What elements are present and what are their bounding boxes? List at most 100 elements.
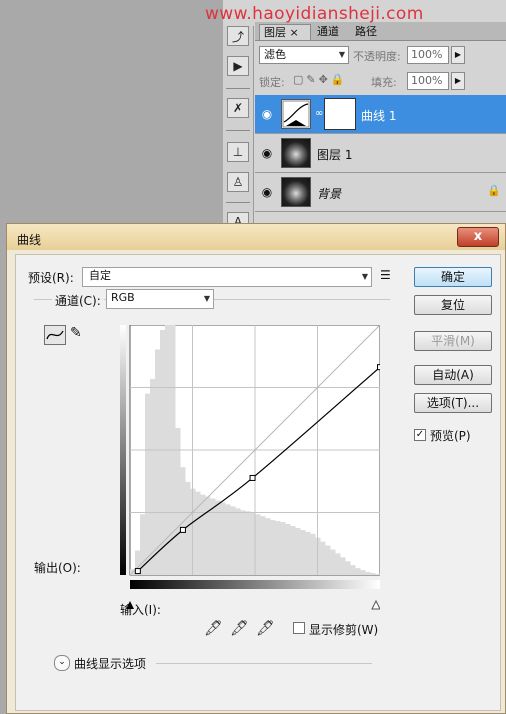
histogram-bar: [295, 527, 301, 575]
histogram-bar: [305, 531, 311, 575]
preview-checkbox[interactable]: ✓: [414, 429, 426, 441]
gray-eyedropper-icon[interactable]: 🖋: [230, 619, 249, 637]
expand-chevron-icon[interactable]: ⌄: [54, 655, 70, 671]
histogram-bar: [370, 573, 376, 575]
preview-label: 预览(P): [430, 429, 471, 443]
histogram-bar: [240, 510, 246, 575]
dialog-title: 曲线: [17, 233, 42, 247]
layer-row-curves[interactable]: ◉ ∞ 曲线 1: [255, 95, 506, 134]
chevron-down-icon: ▼: [338, 50, 345, 59]
dialog-body: 预设(R): 自定 ▼ ☰ 确定 复位 平滑(M) 自动(A) 选项(T)...…: [15, 254, 501, 711]
visibility-eye-icon[interactable]: ◉: [259, 146, 275, 160]
histogram-bar: [180, 467, 186, 575]
histogram-bar: [275, 521, 281, 575]
preset-options-icon[interactable]: ☰: [380, 268, 391, 282]
tab-layers-label: 图层: [264, 26, 286, 39]
link-chain-icon: ∞: [315, 108, 324, 119]
blend-mode-select[interactable]: 滤色 ▼: [259, 46, 349, 64]
reset-button[interactable]: 复位: [414, 295, 492, 315]
stamp-icon[interactable]: ♙: [227, 172, 249, 192]
histogram-bar: [235, 508, 241, 575]
curve-control-point[interactable]: [377, 364, 381, 371]
ok-button[interactable]: 确定: [414, 267, 492, 287]
blend-row: 滤色 ▼ 不透明度: 100% ▶: [255, 44, 506, 66]
histogram-bar: [345, 561, 351, 575]
history-icon[interactable]: ⤴: [227, 26, 249, 46]
histogram-bar: [225, 504, 231, 575]
histogram-bar: [220, 502, 226, 575]
histogram-bar: [155, 349, 161, 575]
layer-thumbnail: [281, 177, 311, 207]
black-point-slider-icon[interactable]: [126, 601, 134, 609]
curve-edit-tool-icon[interactable]: [44, 325, 66, 345]
show-clipping-label: 显示修剪(W): [309, 623, 379, 637]
histogram-bar: [260, 516, 266, 575]
tab-layers[interactable]: 图层 ×: [259, 24, 311, 40]
panel-tabs: 图层 × 通道 路径: [255, 22, 506, 41]
layer-mask-thumbnail[interactable]: [324, 98, 356, 130]
curve-control-point[interactable]: [179, 526, 186, 533]
histogram-bar: [330, 549, 336, 575]
histogram-bar: [230, 506, 236, 575]
opacity-arrow-icon[interactable]: ▶: [451, 46, 465, 64]
curve-control-point[interactable]: [134, 568, 141, 575]
histogram-bar: [335, 553, 341, 575]
curve-options-label: 曲线显示选项: [74, 657, 147, 671]
actions-play-icon[interactable]: ▶: [227, 56, 249, 76]
histogram-bar: [375, 574, 380, 575]
curve-control-point[interactable]: [249, 474, 256, 481]
output-label: 输出(O):: [34, 561, 81, 575]
close-button[interactable]: x: [457, 227, 499, 247]
histogram-bar: [150, 378, 156, 575]
histogram-bar: [360, 570, 366, 575]
histogram-bar: [195, 491, 201, 575]
histogram-bar: [310, 533, 316, 575]
smooth-button[interactable]: 平滑(M): [414, 331, 492, 351]
histogram-bar: [320, 541, 326, 575]
visibility-eye-icon[interactable]: ◉: [259, 107, 275, 121]
black-eyedropper-icon[interactable]: 🖋: [204, 619, 223, 637]
preset-value: 自定: [89, 269, 111, 282]
histogram-bar: [290, 525, 296, 575]
options-button[interactable]: 选项(T)...: [414, 393, 492, 413]
curves-dialog: 曲线 x 预设(R): 自定 ▼ ☰ 确定 复位 平滑(M) 自动(A) 选项(…: [6, 223, 506, 714]
tab-close-icon[interactable]: ×: [290, 26, 299, 39]
fill-arrow-icon[interactable]: ▶: [451, 72, 465, 90]
dialog-titlebar[interactable]: 曲线 x: [7, 224, 505, 250]
watermark-text: www.haoyidiansheji.com: [205, 4, 424, 24]
lock-row: 锁定: ▢✎✥🔒 填充: 100% ▶: [255, 70, 506, 92]
histogram-bar: [285, 524, 291, 575]
layer-name: 图层 1: [317, 148, 353, 162]
white-point-slider-icon[interactable]: [371, 599, 380, 610]
fill-label: 填充:: [371, 76, 397, 89]
tools-icon[interactable]: ✗: [227, 98, 249, 118]
curves-graph[interactable]: [120, 325, 380, 610]
histogram-bar: [205, 496, 211, 575]
chevron-down-icon: ▼: [361, 272, 368, 281]
visibility-eye-icon[interactable]: ◉: [259, 185, 275, 199]
channel-select[interactable]: RGB ▼: [106, 289, 214, 309]
curves-adjustment-icon: [281, 99, 311, 129]
histogram-bar: [300, 529, 306, 575]
opacity-input[interactable]: 100%: [407, 46, 449, 64]
fill-input[interactable]: 100%: [407, 72, 449, 90]
close-icon: x: [473, 229, 483, 244]
layer-row-layer1[interactable]: ◉ 图层 1: [255, 134, 506, 173]
histogram-bar: [270, 520, 276, 575]
lock-icons[interactable]: ▢✎✥🔒: [293, 73, 348, 86]
tool-strip: ⤴ ▶ ✗ ⊥ ♙ A: [223, 26, 254, 235]
auto-button[interactable]: 自动(A): [414, 365, 492, 385]
layer-thumbnail: [281, 138, 311, 168]
chevron-down-icon: ▼: [203, 294, 210, 303]
preset-select[interactable]: 自定 ▼: [82, 267, 372, 287]
lock-label: 锁定:: [259, 76, 285, 89]
clone-source-icon[interactable]: ⊥: [227, 142, 249, 162]
white-eyedropper-icon[interactable]: 🖋: [256, 619, 275, 637]
pencil-tool-icon[interactable]: ✎: [70, 325, 82, 341]
tab-paths[interactable]: 路径: [351, 24, 387, 40]
tab-channels[interactable]: 通道: [313, 24, 349, 40]
show-clipping-checkbox[interactable]: [293, 622, 305, 634]
layer-row-background[interactable]: ◉ 背景 🔒: [255, 173, 506, 212]
layer-name: 背景: [317, 187, 342, 201]
histogram-bar: [255, 514, 261, 575]
